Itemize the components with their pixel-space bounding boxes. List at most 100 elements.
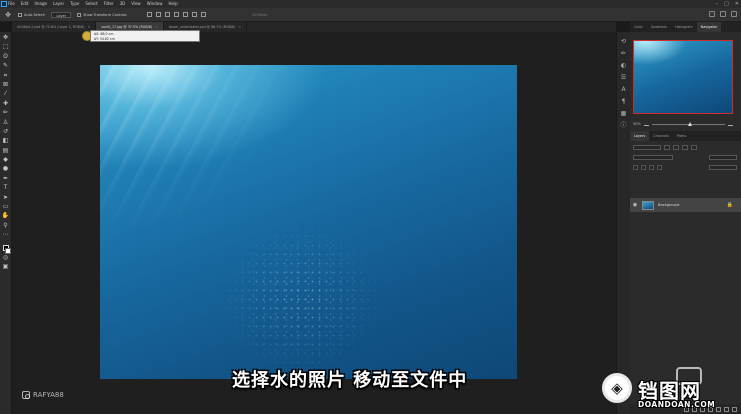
tab-navigator[interactable]: Navigator: [696, 22, 722, 32]
tab-paths[interactable]: Paths: [673, 131, 690, 141]
type-tool-icon[interactable]: T: [2, 184, 10, 192]
more-tools-icon[interactable]: ⋯: [2, 231, 10, 239]
shape-tool-icon[interactable]: ▭: [2, 203, 10, 211]
filter-pixel-icon[interactable]: [664, 144, 670, 150]
align-right-icon[interactable]: [191, 12, 197, 17]
maximize-button[interactable]: □: [724, 0, 729, 8]
search-icon[interactable]: [709, 11, 715, 17]
show-transform-checkbox[interactable]: Show Transform Controls: [77, 12, 127, 17]
doc-tab[interactable]: Untitled-2.psd @ 72.6% (Layer 1, RGB/8) ✕: [12, 22, 97, 32]
menu-filter[interactable]: Filter: [104, 0, 114, 8]
video-subtitle: 选择水的照片 移动至文件中: [232, 370, 468, 391]
opacity-field[interactable]: [709, 154, 737, 160]
menu-view[interactable]: View: [131, 0, 141, 8]
minimize-button[interactable]: –: [716, 0, 719, 8]
auto-select-checkbox[interactable]: Auto-Select:: [18, 12, 45, 17]
lock-position-icon[interactable]: [641, 164, 646, 170]
healing-tool-icon[interactable]: ✚: [2, 100, 10, 108]
align-left-icon[interactable]: [173, 12, 179, 17]
menu-edit[interactable]: Edit: [21, 0, 29, 8]
brush-settings-icon[interactable]: ✏: [620, 50, 627, 57]
pen-tool-icon[interactable]: ✒: [2, 175, 10, 183]
filter-type-icon[interactable]: [682, 144, 688, 150]
layer-row-background[interactable]: ◉ Background 🔒: [630, 198, 741, 212]
menu-type[interactable]: Type: [70, 0, 79, 8]
libraries-icon[interactable]: ▦: [620, 110, 627, 117]
character-icon[interactable]: A: [620, 86, 627, 93]
close-window-button[interactable]: ✕: [735, 0, 739, 8]
menu-3d[interactable]: 3D: [120, 0, 126, 8]
zoom-tool-icon[interactable]: ⚲: [2, 222, 10, 230]
zoom-in-icon[interactable]: [728, 122, 733, 126]
move-tool-icon[interactable]: ✥: [4, 11, 12, 19]
distribute-icon[interactable]: [200, 12, 206, 17]
quick-select-tool-icon[interactable]: ✎: [2, 62, 10, 70]
filter-shape-icon[interactable]: [691, 144, 697, 150]
brush-tool-icon[interactable]: ✏: [2, 109, 10, 117]
close-icon[interactable]: ✕: [238, 25, 241, 29]
dodge-tool-icon[interactable]: ●: [2, 165, 10, 173]
history-brush-tool-icon[interactable]: ↺: [2, 128, 10, 136]
hand-tool-icon[interactable]: ✋: [2, 212, 10, 220]
stamp-tool-icon[interactable]: ♙: [2, 119, 10, 127]
lock-all-icon[interactable]: [657, 164, 662, 170]
adjustments-icon[interactable]: ◐: [620, 62, 627, 69]
lasso-tool-icon[interactable]: ʘ: [2, 53, 10, 61]
drag-offset-tooltip: ΔX: 88.0 cm ΔY: 34.62 cm: [90, 30, 200, 42]
layer-kind-filter[interactable]: [633, 144, 661, 150]
screen-mode-icon[interactable]: ▣: [2, 263, 10, 271]
info-icon[interactable]: ⓘ: [620, 122, 627, 129]
menu-help[interactable]: Help: [168, 0, 177, 8]
checkbox-box[interactable]: [77, 12, 82, 17]
gradient-tool-icon[interactable]: ▤: [2, 147, 10, 155]
zoom-out-icon[interactable]: [643, 122, 649, 126]
align-middle-icon[interactable]: [155, 12, 161, 17]
menu-select[interactable]: Select: [85, 0, 97, 8]
close-icon[interactable]: ✕: [88, 25, 91, 29]
blur-tool-icon[interactable]: ◆: [2, 156, 10, 164]
frame-tool-icon[interactable]: ⊠: [2, 81, 10, 89]
navigator-thumbnail[interactable]: [633, 40, 733, 114]
align-bottom-icon[interactable]: [164, 12, 170, 17]
checkbox-box[interactable]: [18, 12, 22, 17]
zoom-slider-handle[interactable]: [688, 121, 693, 126]
auto-select-dropdown[interactable]: Layer: [51, 11, 72, 18]
share-icon[interactable]: [731, 11, 737, 17]
photoshop-logo-icon[interactable]: [1, 1, 7, 7]
tab-swatches[interactable]: Swatches: [647, 22, 671, 32]
tab-channels[interactable]: Channels: [649, 131, 673, 141]
tab-layers[interactable]: Layers: [630, 131, 650, 141]
align-center-icon[interactable]: [182, 12, 188, 17]
filter-adjust-icon[interactable]: [673, 144, 679, 150]
eyedropper-tool-icon[interactable]: ⁄: [2, 90, 10, 98]
menu-image[interactable]: Image: [34, 0, 47, 8]
path-select-tool-icon[interactable]: ➤: [2, 194, 10, 202]
underwater-photo-canvas[interactable]: [100, 65, 517, 379]
tools-panel: ✥ ⬚ ʘ ✎ ⌗ ⊠ ⁄ ✚ ✏ ♙ ↺ ◧ ▤ ◆ ● ✒ T ➤ ▭ ✋ …: [0, 32, 12, 414]
move-tool-icon[interactable]: ✥: [2, 34, 10, 42]
history-icon[interactable]: ⟲: [620, 38, 627, 45]
paragraph-icon[interactable]: ¶: [620, 98, 627, 105]
menu-file[interactable]: File: [8, 0, 15, 8]
zoom-value[interactable]: 50%: [633, 122, 641, 126]
lock-artboard-icon[interactable]: [649, 164, 654, 170]
fill-field[interactable]: [709, 164, 737, 170]
properties-icon[interactable]: ☰: [620, 74, 627, 81]
eraser-tool-icon[interactable]: ◧: [2, 137, 10, 145]
marquee-tool-icon[interactable]: ⬚: [2, 43, 10, 51]
lock-pixels-icon[interactable]: [633, 164, 638, 170]
menu-window[interactable]: Window: [147, 0, 163, 8]
crop-tool-icon[interactable]: ⌗: [2, 72, 10, 80]
align-top-icon[interactable]: [146, 12, 152, 17]
workspace-icon[interactable]: [720, 11, 726, 17]
tab-histogram[interactable]: Histogram: [671, 22, 697, 32]
zoom-slider[interactable]: [651, 121, 725, 126]
quick-mask-icon[interactable]: ◎: [2, 254, 10, 262]
menu-layer[interactable]: Layer: [53, 0, 64, 8]
tab-color[interactable]: Color: [630, 22, 647, 32]
visibility-eye-icon[interactable]: ◉: [632, 202, 638, 208]
blend-mode-dropdown[interactable]: [633, 154, 673, 160]
close-icon[interactable]: ✕: [155, 25, 158, 29]
navigator-preview[interactable]: [633, 40, 733, 114]
options-bar: ✥ Auto-Select: Layer Show Transform Cont…: [0, 8, 741, 22]
